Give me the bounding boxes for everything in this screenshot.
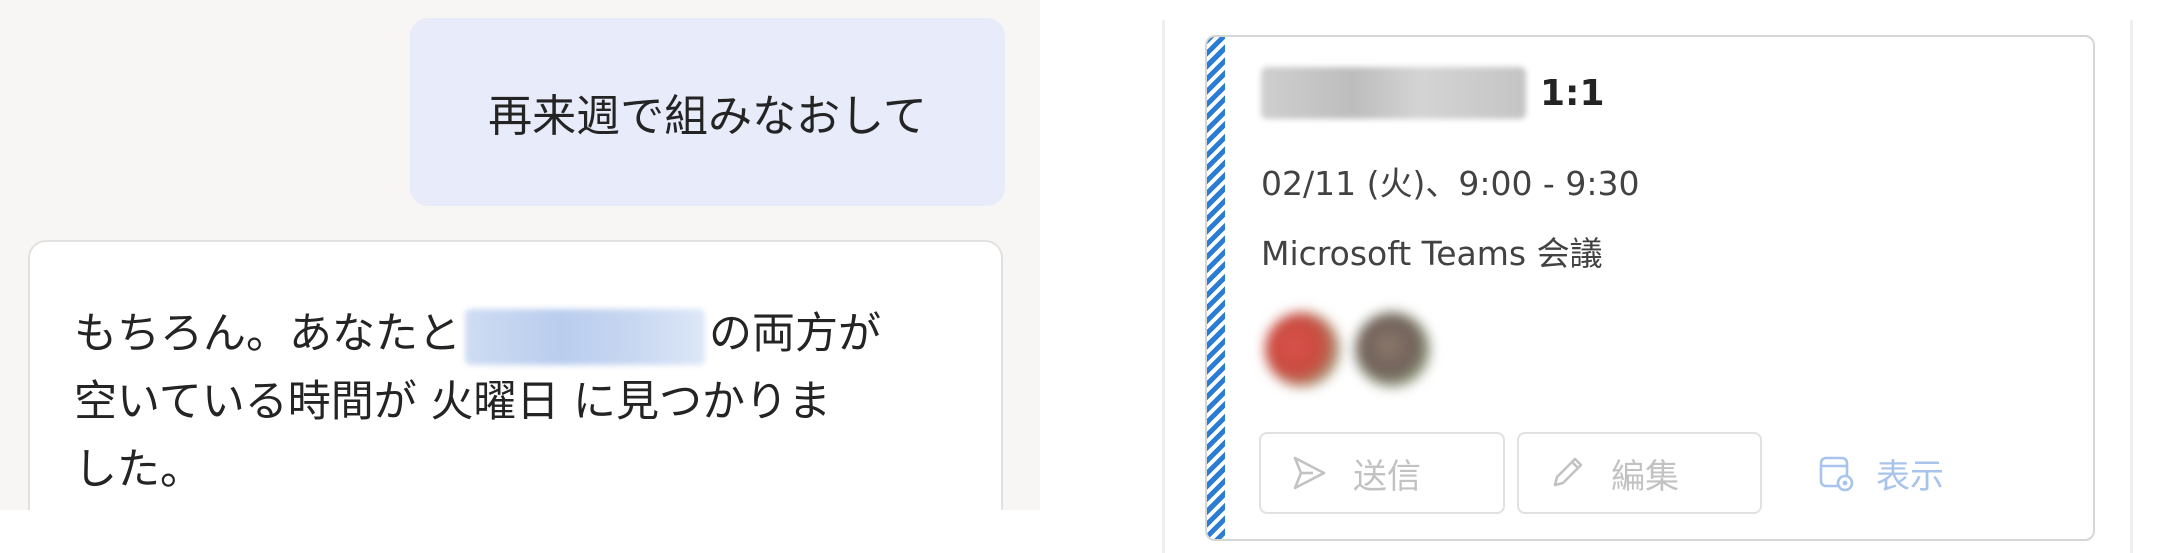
send-button[interactable]: 送信 (1259, 432, 1505, 514)
meeting-location: Microsoft Teams 会議 (1261, 234, 1603, 273)
meeting-title-row: 1:1 (1261, 65, 1605, 121)
bot-message-line-3: した。 (74, 445, 203, 495)
edit-button-label: 編集 (1611, 456, 1679, 497)
user-message-bubble: 再来週で組みなおして (410, 18, 1005, 206)
redacted-meeting-name (1261, 67, 1526, 119)
meeting-actions: 送信 編集 表示 (1259, 432, 1968, 514)
redacted-attendee-name (465, 308, 705, 365)
user-message-text: 再来週で組みなおして (488, 91, 927, 142)
send-button-label: 送信 (1353, 456, 1421, 497)
view-button-label: 表示 (1876, 456, 1944, 497)
bot-message-prefix: もちろん。あなたと (74, 309, 461, 359)
meeting-time: 02/11 (火)、9:00 - 9:30 (1261, 164, 1640, 203)
bot-message-line-1: もちろん。あなたと の両方が (74, 300, 965, 368)
panel-divider-left (1162, 20, 1165, 553)
bot-message-bubble: もちろん。あなたと の両方が 空いている時間が 火曜日 に見つかりま した。 (28, 240, 1003, 510)
view-button[interactable]: 表示 (1774, 432, 1968, 514)
attendee-avatar (1265, 312, 1340, 387)
meeting-title: 1:1 (1540, 72, 1605, 114)
bot-message-suffix: の両方が (709, 309, 881, 359)
calendar-view-icon (1816, 453, 1856, 493)
meeting-card[interactable]: 1:1 02/11 (火)、9:00 - 9:30 Microsoft Team… (1205, 35, 2095, 541)
panel-divider-right (2130, 20, 2133, 553)
edit-button[interactable]: 編集 (1517, 432, 1762, 514)
chat-panel: 再来週で組みなおして もちろん。あなたと の両方が 空いている時間が 火曜日 に見… (0, 0, 1040, 510)
bot-message-line-2: 空いている時間が 火曜日 に見つかりま (74, 377, 832, 427)
send-arrow-icon (1289, 453, 1329, 493)
meeting-card-accent-stripe (1207, 37, 1225, 539)
pencil-icon (1547, 453, 1587, 493)
attendee-avatar (1355, 312, 1430, 387)
